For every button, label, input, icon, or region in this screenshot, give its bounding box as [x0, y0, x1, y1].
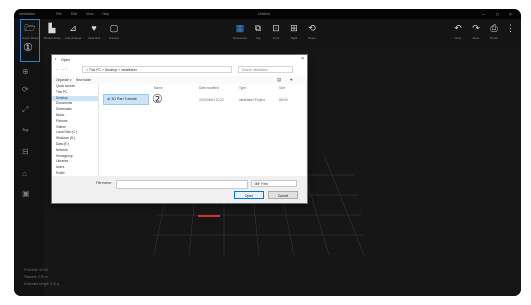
redo-button[interactable]: ↷ Redo: [468, 23, 484, 40]
open-file-dialog: ▪ Open × ← → ↑ > This PC > Desktop > ide…: [51, 54, 308, 204]
auto-arrange-label: Auto Arrange: [65, 36, 82, 40]
menu-file[interactable]: File: [56, 12, 62, 16]
filetype-select[interactable]: 3MF Files: [251, 180, 297, 187]
open-button[interactable]: Open: [234, 191, 264, 199]
front-view-label: Front: [272, 36, 280, 40]
clear-bed-label: Clear Bed: [87, 36, 101, 40]
redo-icon: ↷: [472, 23, 480, 33]
file-icon: ▣: [107, 97, 111, 101]
mirror-tool-icon[interactable]: ⇋: [22, 125, 29, 135]
perspective-view-button[interactable]: ▦ Perspective: [232, 23, 248, 40]
dialog-app-icon: ▪: [55, 57, 57, 61]
maximize-button[interactable]: □: [496, 12, 499, 18]
top-view-label: Top: [255, 36, 261, 40]
clear-bed-button[interactable]: ♥ Clear Bed: [86, 23, 102, 40]
status-filament: Filament: 0.00 m: [24, 275, 48, 279]
nav-arrows[interactable]: ← → ↑: [56, 67, 67, 71]
printer-icon: ⎙: [490, 23, 498, 33]
scale-tool-icon[interactable]: ⤢: [22, 105, 28, 115]
toolbar-more-button[interactable]: ⋮: [506, 23, 515, 34]
auto-arrange-button[interactable]: ⊿ Auto Arrange: [65, 23, 81, 40]
redo-label: Redo: [472, 36, 480, 40]
left-tool-sidebar: ⊕ ⟳ ⤢ ⇋ ⊟ ⌂ ▣: [14, 47, 45, 296]
filename-input[interactable]: [116, 180, 248, 189]
reset-view-label: Reset: [308, 36, 316, 40]
screenshot-frame: ideaMaker File Edit View Help Untitled –…: [0, 0, 531, 305]
file-name: 3D Part Tutorial: [111, 97, 137, 101]
new-folder-button[interactable]: New folder: [76, 78, 91, 82]
reset-view-button[interactable]: ⟲ Reset: [304, 23, 320, 40]
library-icon: ▙: [48, 23, 56, 33]
rotate-tool-icon[interactable]: ⟳: [22, 85, 29, 95]
right-view-icon: ⊞: [290, 23, 298, 33]
document-title: Untitled: [258, 12, 270, 16]
perspective-label: Perspective: [232, 36, 248, 40]
move-tool-icon[interactable]: ⊕: [22, 67, 29, 77]
menu-help[interactable]: Help: [102, 12, 109, 16]
filename-label: File name:: [96, 181, 112, 185]
column-header-type[interactable]: Type: [239, 86, 246, 90]
file-item-selected[interactable]: ▣ 3D Part Tutorial: [103, 94, 149, 105]
reset-view-icon: ⟲: [308, 23, 316, 33]
front-view-icon: ⊡: [272, 23, 280, 33]
view-options-icon[interactable]: ▤: [277, 77, 281, 83]
step-marker-2: ②: [152, 92, 163, 106]
model-library-button[interactable]: ▙ Model Library: [44, 23, 61, 40]
column-header-size[interactable]: Size: [279, 86, 285, 90]
cut-tool-icon[interactable]: ⌂: [22, 169, 27, 179]
dialog-footer: File name: 3MF Files Open Cancel: [52, 176, 307, 203]
auto-arrange-icon: ⊿: [69, 23, 77, 33]
main-toolbar: 🗁 Import Model ▙ Model Library ⊿ Auto Ar…: [14, 19, 521, 48]
top-view-icon: ⧉: [254, 23, 262, 33]
minimize-button[interactable]: –: [482, 12, 485, 18]
dialog-close-button[interactable]: ×: [301, 56, 304, 62]
help-icon[interactable]: ●: [290, 77, 293, 82]
file-type: ideaMaker Project: [239, 98, 265, 102]
undo-label: Undo: [454, 36, 462, 40]
printer-label: Printer: [489, 36, 499, 40]
printer-button[interactable]: ⎙ Printer: [486, 23, 502, 40]
right-view-label: Right: [290, 36, 298, 40]
preview-label: Preview: [109, 36, 119, 40]
support-tool-icon[interactable]: ⊟: [22, 147, 29, 157]
status-print-time: Print time: 0h 0m: [24, 268, 49, 272]
undo-icon: ↶: [454, 23, 462, 33]
right-view-button[interactable]: ⊞ Right: [286, 23, 302, 40]
file-size: 56 KB: [279, 98, 288, 102]
dialog-title: Open: [61, 57, 70, 62]
clear-icon: ♥: [91, 23, 97, 33]
more-vertical-icon: ⋮: [506, 23, 515, 33]
texture-tool-icon[interactable]: ▣: [22, 189, 30, 199]
organize-button[interactable]: Organize ▾: [56, 78, 71, 82]
front-view-button[interactable]: ⊡ Front: [268, 23, 284, 40]
model-library-label: Model Library: [44, 36, 61, 40]
column-header-date[interactable]: Date modified: [199, 86, 219, 90]
navigation-pane: Quick access This PC Desktop Documents D…: [52, 84, 99, 176]
menu-edit[interactable]: Edit: [71, 12, 77, 16]
preview-button[interactable]: ▢ Preview: [106, 23, 122, 40]
file-date: 2019/06/04 10:22: [199, 98, 224, 102]
menu-view[interactable]: View: [86, 12, 94, 16]
close-window-button[interactable]: ×: [509, 12, 512, 18]
perspective-icon: ▦: [235, 23, 245, 33]
x-axis-indicator: [198, 215, 220, 217]
undo-button[interactable]: ↶ Undo: [450, 23, 466, 40]
preview-icon: ▢: [109, 23, 119, 33]
address-bar[interactable]: > This PC > Desktop > ideaMaker: [82, 66, 232, 73]
dialog-title-bar: ▪ Open ×: [52, 55, 307, 64]
top-view-button[interactable]: ⧉ Top: [250, 23, 266, 40]
column-header-name[interactable]: Name: [154, 86, 163, 90]
cancel-button[interactable]: Cancel: [268, 191, 298, 199]
file-list: Name Date modified Type Size ▣ 3D Part T…: [99, 84, 306, 176]
app-name: ideaMaker: [19, 12, 36, 16]
status-weight: Estimated weight: 0.00 g: [24, 282, 59, 286]
app-window: ideaMaker File Edit View Help Untitled –…: [14, 9, 521, 296]
step-marker-1: ①: [23, 41, 33, 54]
search-input[interactable]: Search ideaMaker: [238, 66, 293, 73]
title-bar: ideaMaker File Edit View Help Untitled –…: [14, 9, 521, 19]
